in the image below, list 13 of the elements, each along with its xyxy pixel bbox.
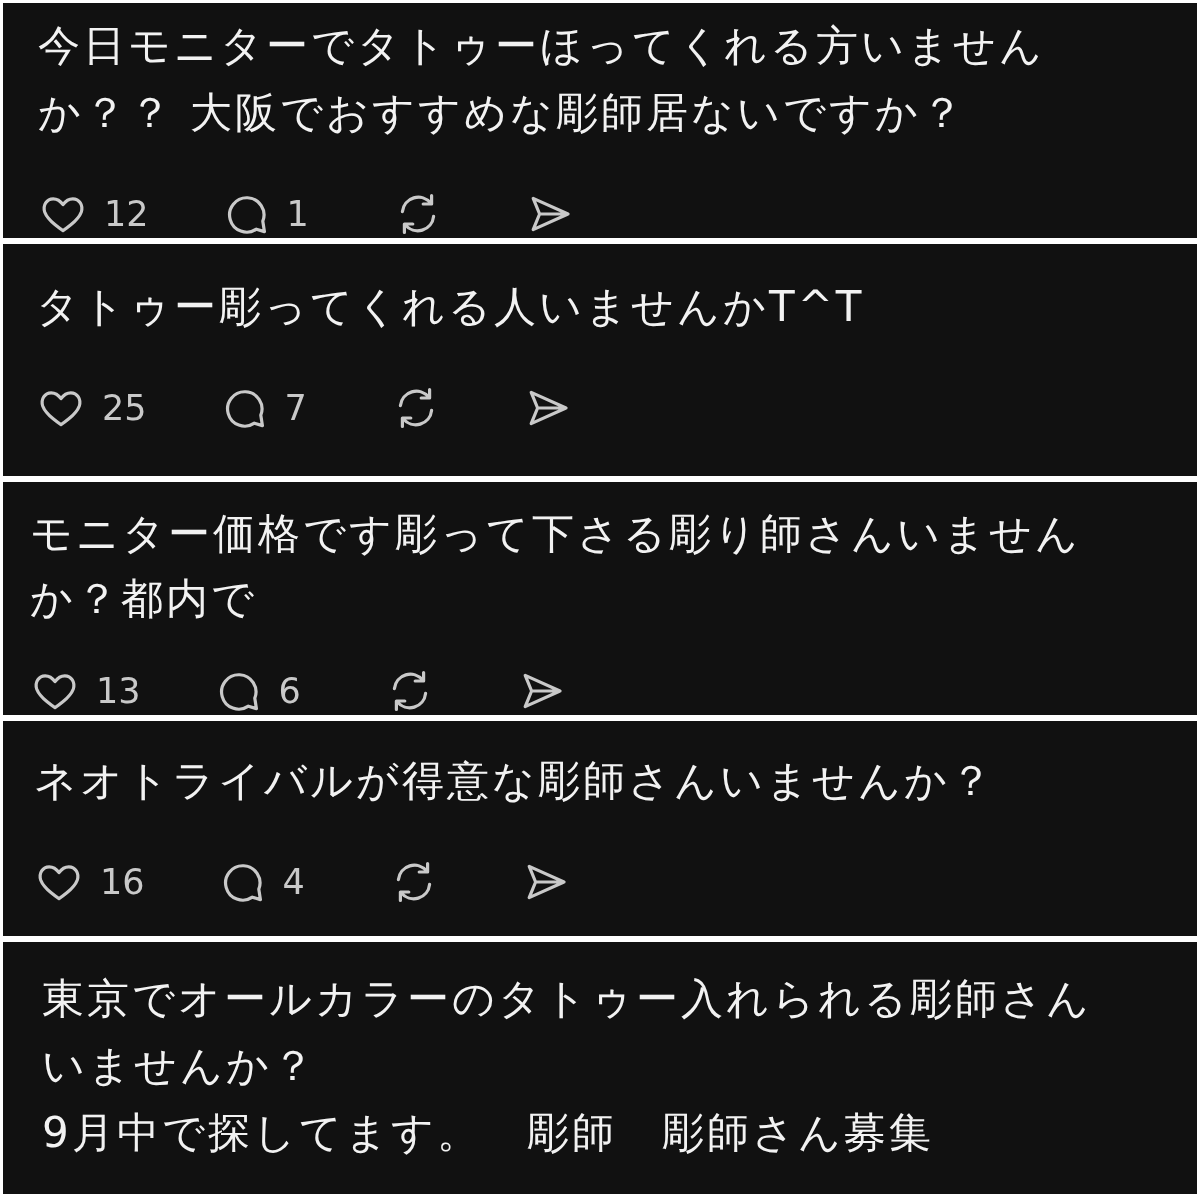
like-button[interactable]: 16 (34, 858, 145, 906)
post-text: モニター価格です彫って下さる彫り師さんいませんか？都内で (30, 508, 1082, 625)
post-text: 今日モニターでタトゥーほってくれる方いませんか？？ 大阪でおすすめな彫師居ないですか？ (38, 20, 1046, 139)
like-button[interactable]: 25 (36, 384, 147, 432)
comment-button[interactable]: 7 (218, 384, 307, 432)
like-button[interactable]: 13 (30, 667, 141, 715)
comment-button[interactable]: 1 (220, 190, 309, 238)
comment-button[interactable]: 4 (216, 858, 305, 906)
comment-button[interactable]: 6 (212, 667, 301, 715)
like-button[interactable]: 12 (38, 190, 149, 238)
post-text: 東京でオールカラーのタトゥー入れられる彫師さんいませんか？ 9月中で探してます。 彫師 彫師さん募集 (42, 973, 1093, 1159)
post-text: ネオトライバルが得意な彫師さんいませんか？ (34, 755, 996, 807)
post-text: タトゥー彫ってくれる人いませんかT^T (36, 281, 866, 333)
